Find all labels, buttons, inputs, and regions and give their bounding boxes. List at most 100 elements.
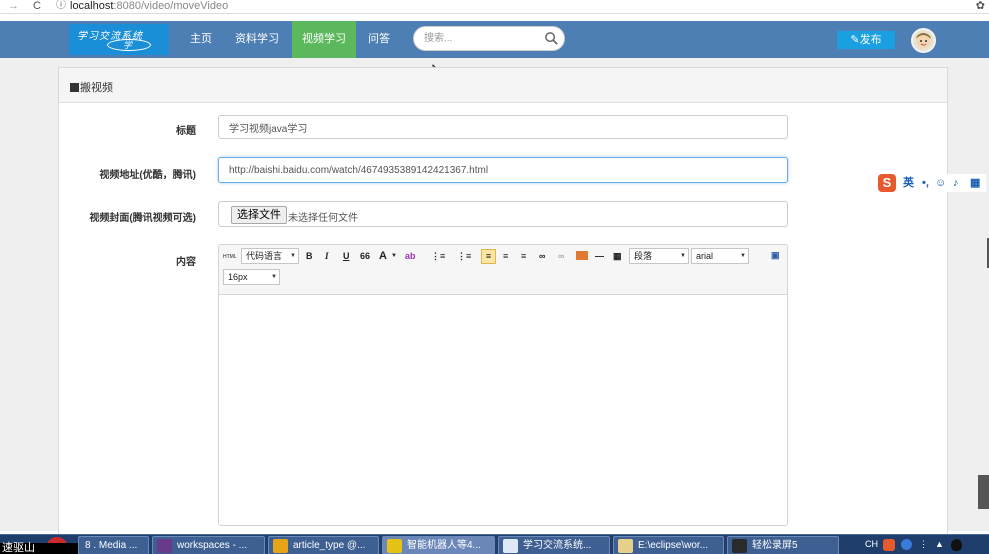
avatar-face-icon [916, 33, 931, 48]
pencil-icon: ✎ [850, 34, 860, 46]
reload-icon[interactable]: C [33, 0, 41, 12]
help-icon[interactable] [901, 539, 912, 550]
network-icon[interactable]: ⋮ [919, 536, 928, 553]
ime-punctuation-icon[interactable]: •, [922, 175, 929, 191]
task-screen-recorder[interactable]: 轻松录屏5 [727, 536, 839, 554]
forward-icon[interactable]: → [8, 0, 19, 12]
ime-emoji-icon[interactable]: ☺ [935, 175, 946, 191]
table-icon[interactable]: ▦ [613, 249, 622, 263]
qq-icon[interactable] [951, 539, 962, 551]
recorder-icon [732, 539, 747, 553]
panel-title: 搬视频 [70, 79, 113, 95]
cover-file-field: 选择文件 未选择任何文件 [218, 201, 788, 227]
url-path: :8080/video/moveVideo [113, 0, 229, 12]
nav-home[interactable]: 主页 [182, 21, 220, 58]
task-robot[interactable]: 智能机器人等4... [382, 536, 495, 554]
nav-videos[interactable]: 视频学习 [292, 21, 356, 58]
url-field[interactable]: localhost:8080/video/moveVideo [70, 0, 228, 12]
font-family-select[interactable]: arial ▼ [691, 248, 749, 264]
folder-icon [618, 539, 633, 553]
site-logo[interactable]: 学习交流系统 学 [69, 24, 169, 55]
system-tray: CH ⋮ ▲ [845, 536, 989, 554]
windows-taskbar: 8 . Media ... workspaces - ... article_t… [0, 534, 989, 554]
align-left-icon[interactable]: ≡ [481, 249, 496, 264]
search-box [413, 26, 565, 51]
link-icon[interactable]: ∞ [539, 249, 545, 263]
italic-button[interactable]: I [325, 249, 329, 263]
task-article-type[interactable]: article_type @... [268, 536, 379, 554]
title-input[interactable] [218, 115, 788, 139]
ime-language-toggle[interactable]: 英 [903, 175, 914, 191]
content-label: 内容 [176, 257, 196, 268]
horizontal-rule-icon[interactable]: — [595, 249, 604, 263]
task-label: 智能机器人等4... [407, 540, 481, 551]
avatar[interactable] [911, 28, 936, 53]
task-eclipse-folder[interactable]: E:\eclipse\wor... [613, 536, 724, 554]
task-label: 8 . Media ... [85, 540, 138, 551]
font-size-select[interactable]: 16px ▼ [223, 269, 280, 285]
task-workspaces[interactable]: workspaces - ... [152, 536, 265, 554]
task-label: workspaces - ... [177, 540, 248, 551]
app-window: → C ⓘ localhost:8080/video/moveVideo ✿ 学… [0, 0, 989, 554]
panel-header: 搬视频 [59, 68, 947, 103]
edit-icon [70, 83, 79, 92]
editor-content-area[interactable] [219, 295, 787, 525]
task-study-system[interactable]: 学习交流系统... [498, 536, 610, 554]
tray-language[interactable]: CH [865, 536, 878, 553]
paragraph-value: 段落 [634, 251, 653, 261]
quote-button[interactable]: 66 [360, 249, 370, 263]
sogou-tray-icon[interactable] [883, 539, 895, 551]
editor-toolbar: HTML 代码语言 ▼ B I U 66 A ▼ ab ⋮≡ ⋮≡ ≡ ≡ ≡ ∞… [219, 245, 787, 295]
folder-icon [273, 539, 288, 553]
extension-icon[interactable]: ✿ [976, 0, 985, 12]
fullscreen-icon[interactable]: ▣ [771, 248, 780, 262]
bold-button[interactable]: B [306, 249, 313, 263]
paragraph-select[interactable]: 段落 ▼ [629, 248, 689, 264]
font-size-value: 16px [228, 272, 248, 282]
unordered-list-icon[interactable]: ⋮≡ [457, 249, 471, 263]
font-family-value: arial [696, 251, 714, 261]
ime-keyboard-icon[interactable]: ▦ [970, 175, 980, 191]
url-host: localhost [70, 0, 114, 12]
code-language-select[interactable]: 代码语言 ▼ [241, 248, 299, 264]
underline-button[interactable]: U [343, 249, 350, 263]
panel-title-text: 搬视频 [80, 82, 113, 94]
task-label: 学习交流系统... [523, 540, 592, 551]
logo-sub-text: 学 [123, 41, 133, 51]
choose-file-button[interactable]: 选择文件 [231, 206, 287, 224]
html-source-button[interactable]: HTML [223, 250, 237, 264]
image-icon[interactable] [576, 251, 588, 260]
word-doc-icon [503, 539, 518, 553]
task-media[interactable]: 8 . Media ... [78, 536, 149, 554]
video-cover-label: 视频封面(腾讯视频可选) [89, 213, 196, 224]
highlight-icon[interactable]: ab [405, 249, 416, 263]
chevron-down-icon: ▼ [290, 253, 296, 259]
unlink-icon[interactable]: ∞ [558, 249, 564, 263]
font-color-button[interactable]: A [379, 249, 387, 263]
search-icon[interactable] [544, 31, 559, 46]
align-center-icon[interactable]: ≡ [503, 249, 508, 263]
arrow-up-icon[interactable]: ▲ [935, 536, 944, 553]
top-navbar: 学习交流系统 学 主页 资料学习 视频学习 问答 ✎发布 [0, 21, 989, 58]
chevron-down-icon[interactable]: ▼ [391, 249, 397, 263]
publish-label: 发布 [859, 34, 882, 46]
chevron-down-icon: ▼ [271, 274, 277, 280]
ime-voice-icon[interactable]: ♪ [953, 175, 959, 191]
chevron-down-icon: ▼ [740, 253, 746, 259]
sogou-logo-icon[interactable]: S [878, 174, 896, 192]
site-info-icon[interactable]: ⓘ [56, 0, 66, 12]
title-label: 标题 [176, 126, 196, 137]
eclipse-icon [157, 539, 172, 553]
video-url-label: 视频地址(优酷，腾讯) [99, 170, 196, 181]
video-url-input[interactable] [218, 157, 788, 183]
search-input[interactable] [424, 31, 544, 46]
ordered-list-icon[interactable]: ⋮≡ [431, 249, 445, 263]
back-to-top-button[interactable] [978, 475, 989, 509]
publish-button[interactable]: ✎发布 [837, 31, 895, 49]
browser-address-bar: → C ⓘ localhost:8080/video/moveVideo ✿ [0, 0, 989, 14]
file-status-text: 未选择任何文件 [288, 213, 358, 224]
nav-materials[interactable]: 资料学习 [230, 21, 284, 58]
ime-toolbar: S 英 •, ☺ ♪ ▦ [878, 174, 986, 192]
align-right-icon[interactable]: ≡ [521, 249, 526, 263]
nav-qa[interactable]: 问答 [362, 21, 396, 58]
